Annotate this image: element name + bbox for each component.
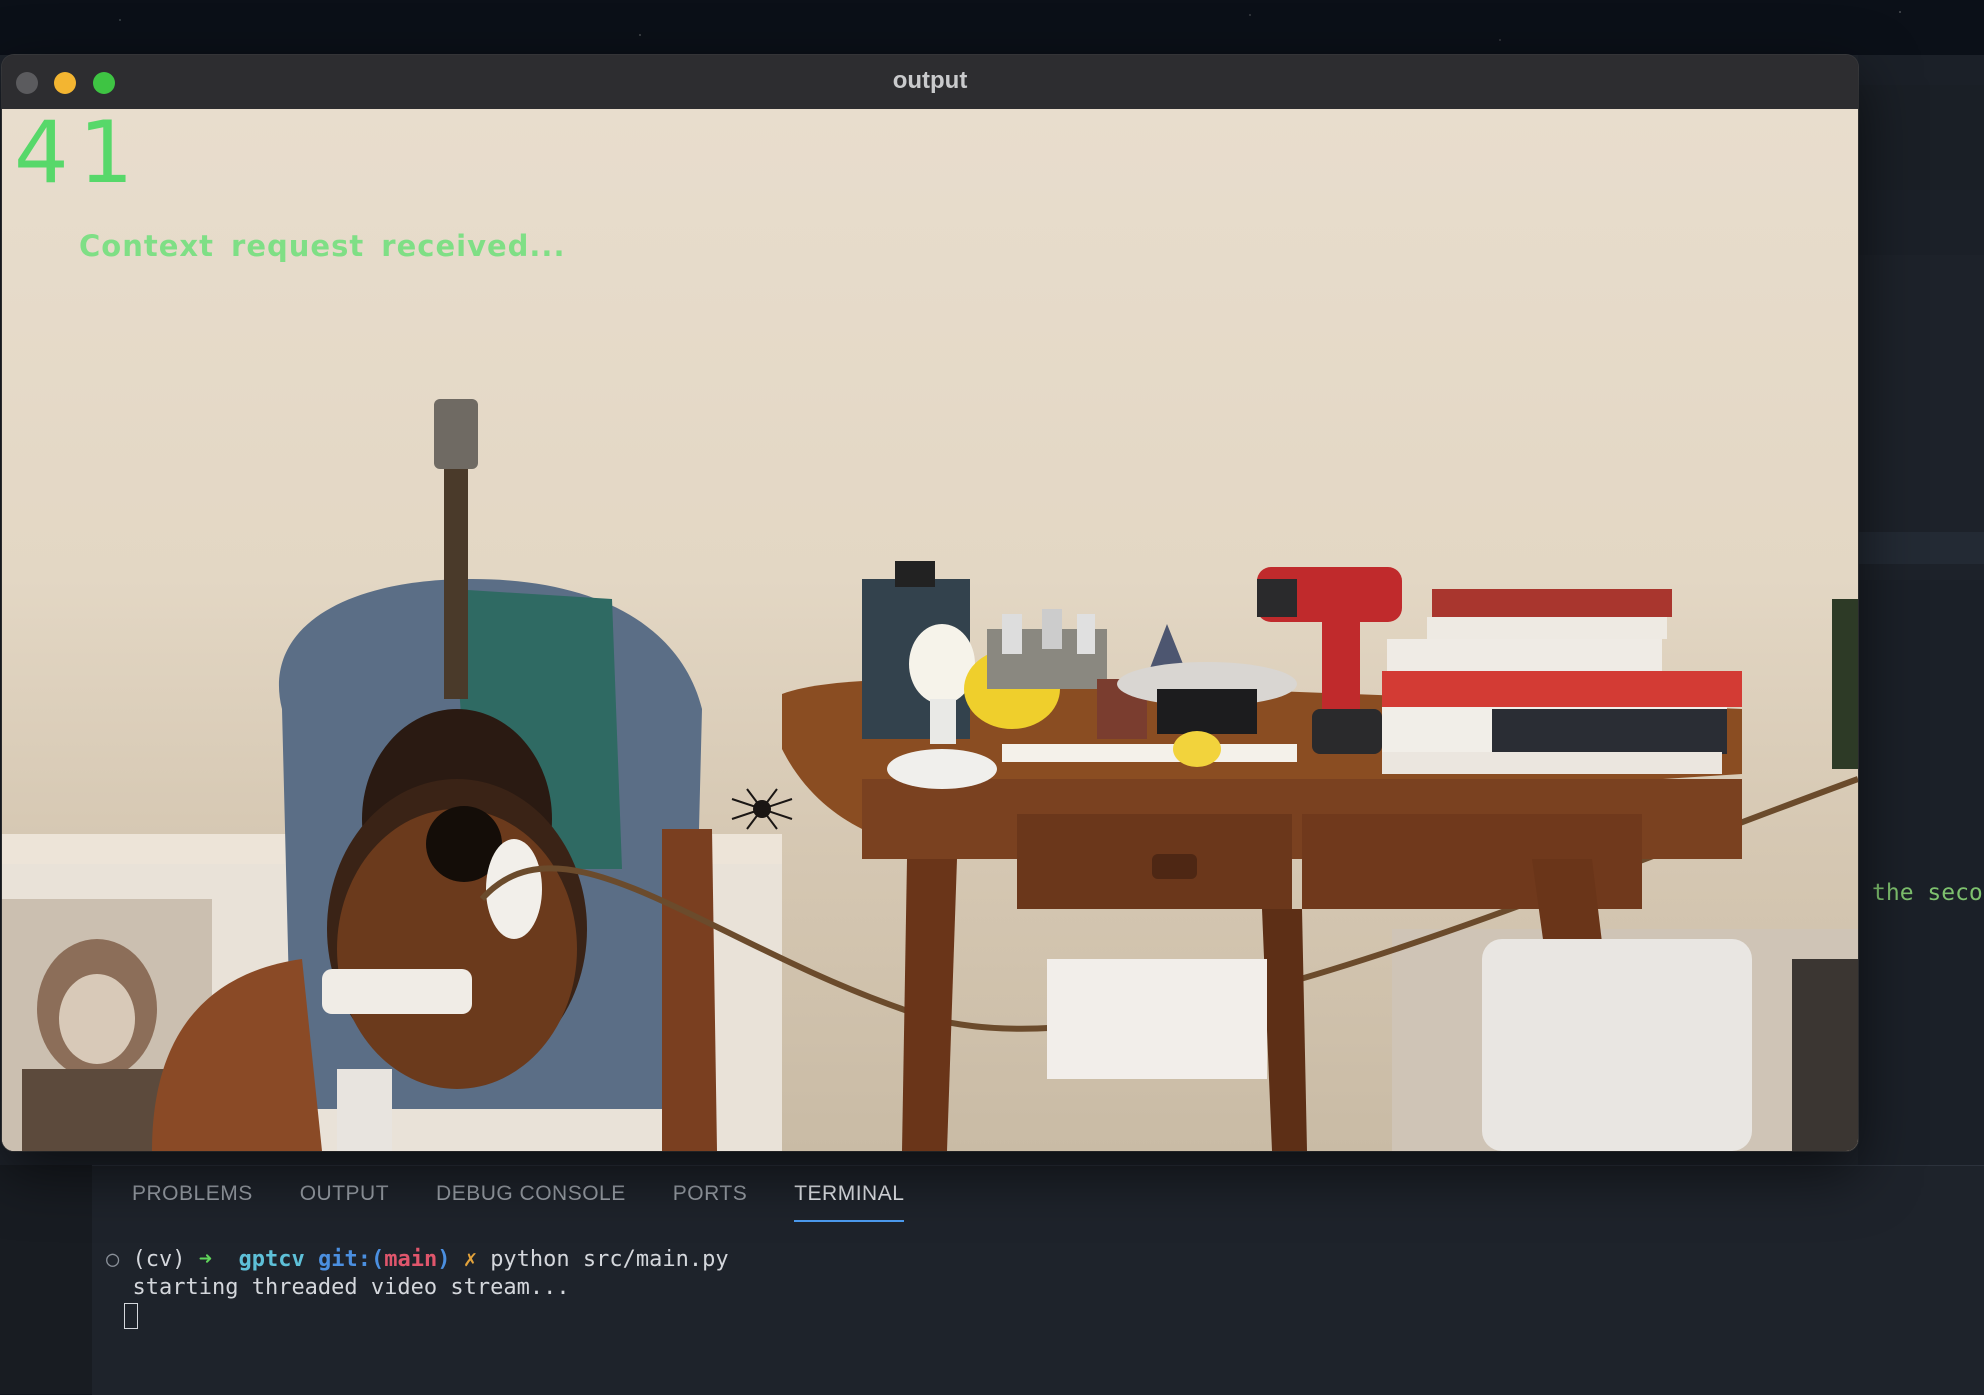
- editor-partial-text: the seco: [1872, 880, 1983, 906]
- activity-bar: [0, 1165, 92, 1394]
- tab-debug-console[interactable]: DEBUG CONSOLE: [436, 1182, 626, 1222]
- scene-drawing: [2, 399, 1858, 1151]
- command-status-icon: ○: [106, 1247, 120, 1272]
- terminal-cursor: [124, 1303, 138, 1329]
- window-title: output: [892, 67, 968, 94]
- terminal-cursor-line: [106, 1302, 729, 1330]
- terminal-output-line: starting threaded video stream...: [106, 1274, 729, 1302]
- editor-area[interactable]: the seco: [1858, 55, 1984, 1165]
- prompt-branch: main: [384, 1247, 438, 1272]
- frame-counter: 41: [14, 109, 144, 203]
- terminal-output-text: starting threaded video stream...: [132, 1275, 570, 1300]
- terminal-command: python src/main.py: [490, 1247, 729, 1272]
- tab-problems[interactable]: PROBLEMS: [132, 1182, 253, 1222]
- panel-tabs: PROBLEMS OUTPUT DEBUG CONSOLE PORTS TERM…: [132, 1182, 951, 1222]
- video-frame: 41 Context request received...: [2, 109, 1858, 1151]
- output-window[interactable]: output 41 Context request received...: [2, 55, 1858, 1151]
- prompt-arrow-icon: ➜: [198, 1247, 212, 1272]
- overlay-status-text: Context request received...: [79, 229, 566, 263]
- editor-highlight-line: [1858, 532, 1984, 564]
- prompt-env: (cv): [132, 1247, 186, 1272]
- bottom-panel: PROBLEMS OUTPUT DEBUG CONSOLE PORTS TERM…: [92, 1165, 1984, 1395]
- prompt-git-close: ): [437, 1247, 451, 1272]
- tab-ports[interactable]: PORTS: [673, 1182, 747, 1222]
- editor-tab-strip: [1858, 85, 1984, 190]
- prompt-repo: gptcv: [238, 1247, 305, 1272]
- tab-terminal[interactable]: TERMINAL: [794, 1182, 905, 1222]
- dirty-mark-icon: ✗: [463, 1247, 477, 1272]
- terminal-command-line: ○ (cv) ➜ gptcv git:(main) ✗ python src/m…: [106, 1246, 729, 1274]
- prompt-git-label: git:(: [317, 1247, 385, 1272]
- terminal[interactable]: ○ (cv) ➜ gptcv git:(main) ✗ python src/m…: [106, 1246, 729, 1330]
- tab-output[interactable]: OUTPUT: [300, 1182, 389, 1222]
- window-titlebar[interactable]: output: [2, 55, 1858, 110]
